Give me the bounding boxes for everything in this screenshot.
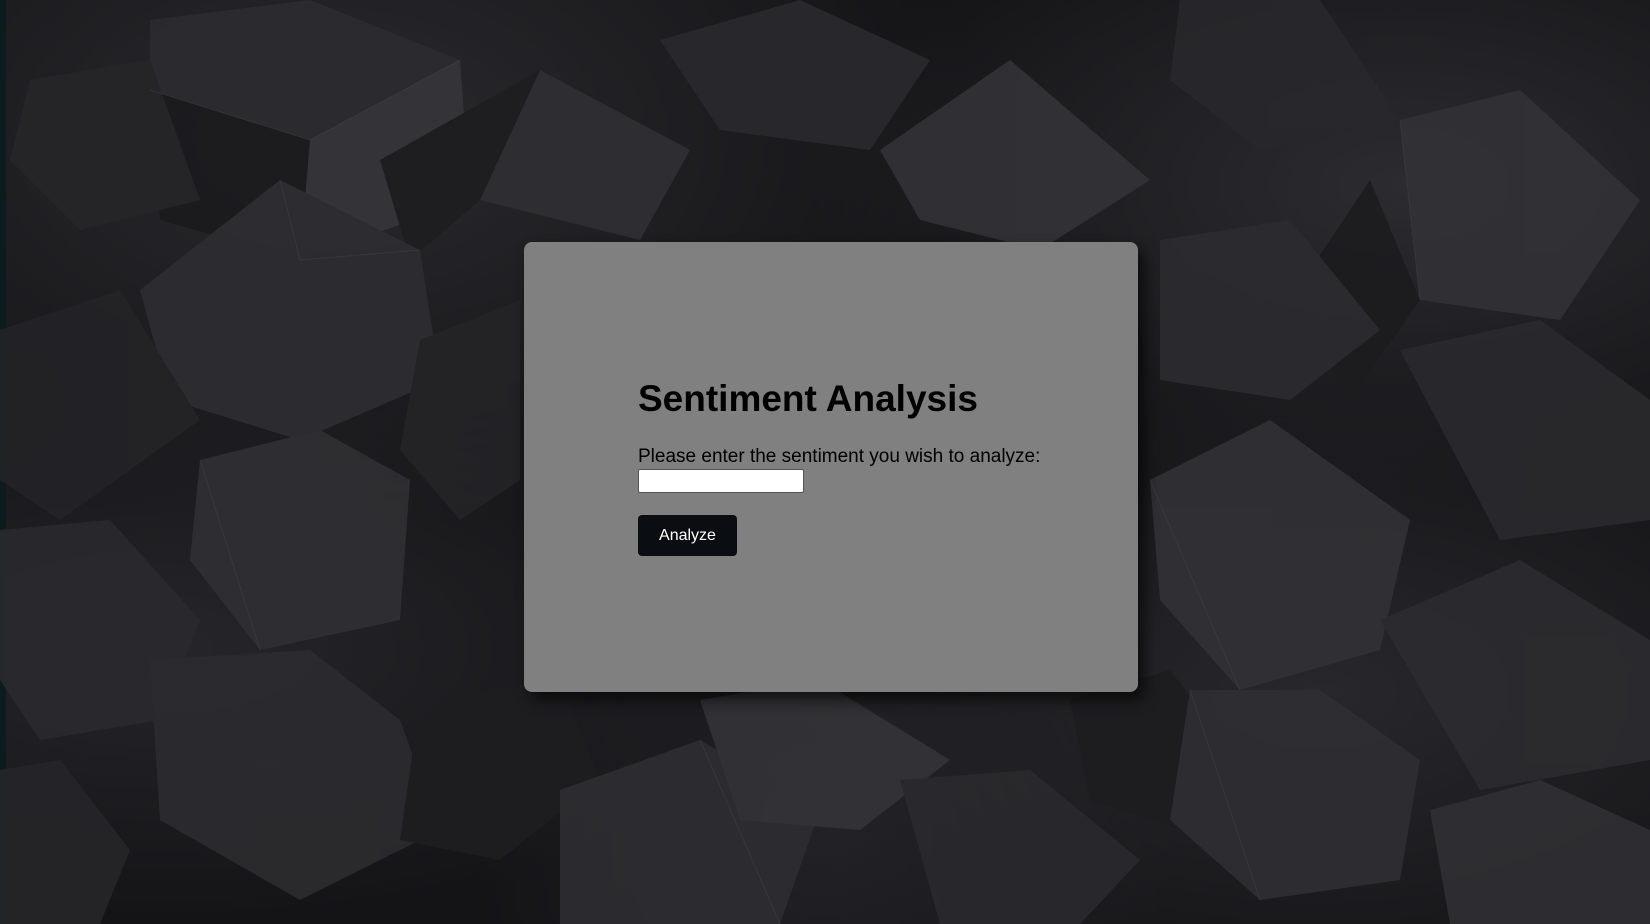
page-title: Sentiment Analysis: [638, 378, 978, 419]
sentiment-input[interactable]: [638, 469, 804, 493]
analyze-button[interactable]: Analyze: [638, 515, 737, 556]
sentiment-form-panel: Sentiment Analysis Please enter the sent…: [524, 242, 1138, 692]
form-content: Sentiment Analysis Please enter the sent…: [638, 380, 1040, 556]
input-prompt-label: Please enter the sentiment you wish to a…: [638, 446, 1041, 467]
